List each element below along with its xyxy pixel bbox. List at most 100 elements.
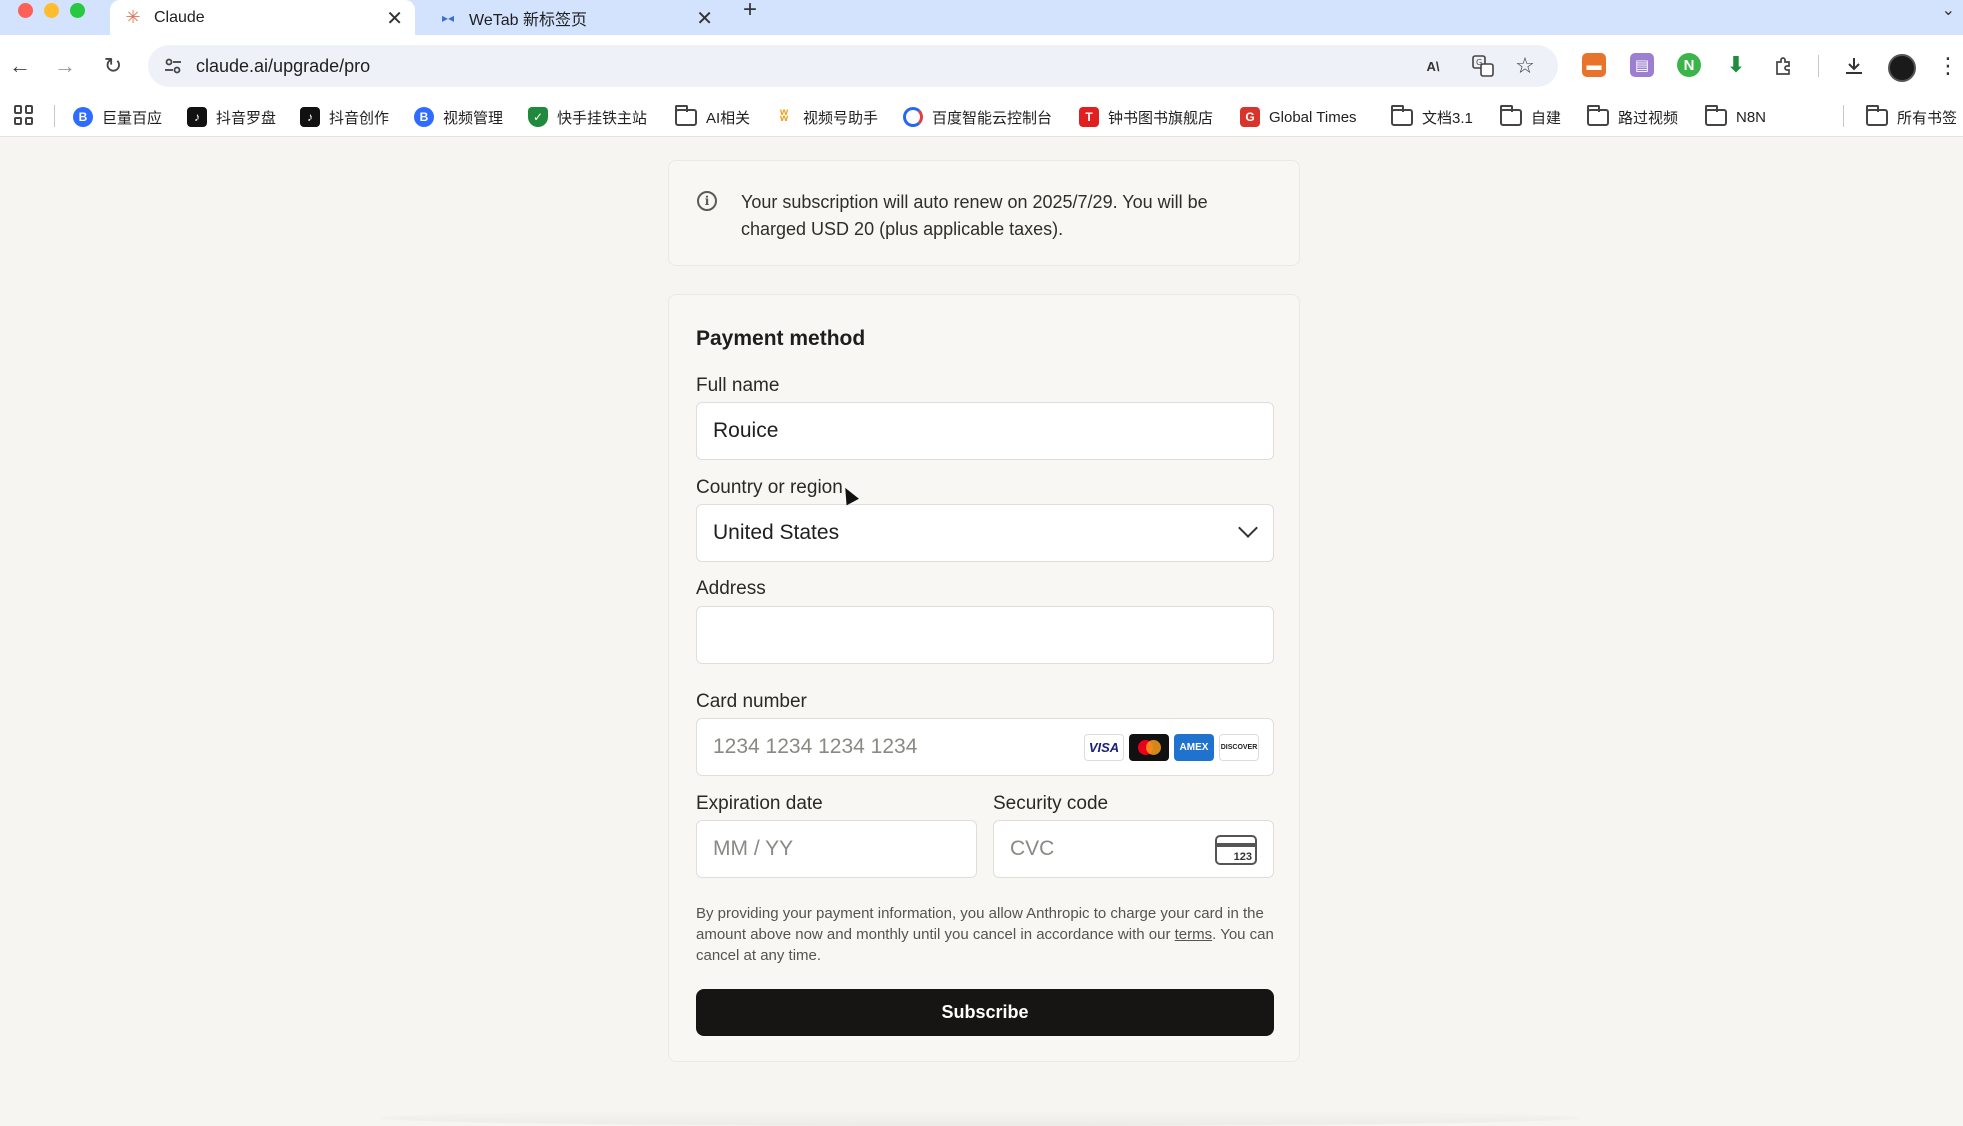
browser-toolbar: ← → ↻ claude.ai/upgrade/pro A\ G ☆ ▬ ▤ N… xyxy=(0,35,1963,97)
bookmark-folder[interactable]: N8N xyxy=(1705,103,1766,131)
bookmark-label: AI相关 xyxy=(706,109,751,127)
bookmark-item[interactable]: ✓ 快手挂铁主站 xyxy=(528,103,647,131)
browser-tabstrip: ✳ Claude ✕ ▸◂ WeTab 新标签页 ✕ + ⌄ xyxy=(0,0,1963,35)
bookmark-folder[interactable]: AI相关 xyxy=(675,103,750,131)
window-maximize-button[interactable] xyxy=(70,3,85,18)
country-label: Country or region xyxy=(696,477,843,498)
svg-text:G: G xyxy=(1476,58,1482,67)
folder-icon xyxy=(675,104,697,126)
folder-icon xyxy=(1391,104,1413,126)
bookmark-label: 巨量百应 xyxy=(102,109,163,127)
visa-icon: VISA xyxy=(1084,734,1124,761)
full-name-label: Full name xyxy=(696,375,780,396)
g-red-icon: G xyxy=(1240,107,1260,127)
card-number-input[interactable]: 1234 1234 1234 1234 VISA AMEX DISCOVER xyxy=(696,718,1274,776)
tab-search-chevron-icon[interactable]: ⌄ xyxy=(1942,0,1955,20)
bookmark-label: 钟书图书旗舰店 xyxy=(1108,109,1214,127)
security-code-input[interactable]: CVC 123 xyxy=(993,820,1274,878)
bookmark-item[interactable]: G Global Times xyxy=(1240,103,1357,131)
card-brand-logos: VISA AMEX DISCOVER xyxy=(1084,734,1259,761)
folder-icon xyxy=(1500,104,1522,126)
card-number-placeholder: 1234 1234 1234 1234 xyxy=(713,735,918,758)
profile-avatar[interactable] xyxy=(1888,54,1916,82)
expiration-placeholder: MM / YY xyxy=(713,837,794,860)
site-settings-icon[interactable] xyxy=(160,53,186,79)
mastercard-icon xyxy=(1129,734,1169,761)
renewal-notice-card: i Your subscription will auto renew on 2… xyxy=(668,160,1300,266)
bookmark-folder[interactable]: 所有书签 xyxy=(1866,103,1957,131)
address-label: Address xyxy=(696,578,766,599)
b-blue-icon: B xyxy=(414,107,434,127)
full-name-input[interactable]: Rouice xyxy=(696,402,1274,460)
discover-icon: DISCOVER xyxy=(1219,734,1259,761)
wetab-icon: ▸◂ xyxy=(441,10,455,25)
bookmark-item[interactable]: T 钟书图书旗舰店 xyxy=(1079,103,1213,131)
bookmark-label: 快手挂铁主站 xyxy=(557,109,648,127)
bookmark-item[interactable]: ♪ 抖音罗盘 xyxy=(187,103,276,131)
bookmark-folder[interactable]: 文档3.1 xyxy=(1391,103,1473,131)
chevron-down-icon xyxy=(1238,518,1258,538)
reload-icon[interactable]: ↻ xyxy=(99,52,127,80)
extensions-puzzle-icon[interactable] xyxy=(1771,53,1797,79)
url-text: claude.ai/upgrade/pro xyxy=(196,55,371,76)
full-name-value: Rouice xyxy=(713,419,779,442)
extension-download-green-icon[interactable]: ⬇ xyxy=(1724,52,1748,77)
bookmark-item[interactable]: B 视频管理 xyxy=(414,103,503,131)
toolbar-divider xyxy=(1818,55,1819,77)
window-close-button[interactable] xyxy=(18,3,33,18)
renewal-notice-text: Your subscription will auto renew on 202… xyxy=(741,192,1208,239)
address-bar[interactable]: claude.ai/upgrade/pro A\ G ☆ xyxy=(148,45,1558,87)
card-number-label: Card number xyxy=(696,691,807,712)
country-select[interactable]: United States xyxy=(696,504,1274,562)
claude-sparkle-icon: ✳ xyxy=(125,7,141,27)
close-icon[interactable]: ✕ xyxy=(696,6,713,31)
extension-n-green-icon[interactable]: N xyxy=(1677,53,1701,77)
expiration-input[interactable]: MM / YY xyxy=(696,820,977,878)
bookmark-label: 所有书签 xyxy=(1897,109,1958,127)
translate-icon[interactable]: G xyxy=(1470,53,1496,79)
bookmark-label: N8N xyxy=(1736,108,1767,126)
bookmark-item[interactable]: B 巨量百应 xyxy=(73,103,162,131)
tiktok-icon: ♪ xyxy=(187,107,207,127)
baidu-cloud-icon xyxy=(903,107,923,127)
extension-purple-icon[interactable]: ▤ xyxy=(1630,53,1654,77)
b-blue-icon: B xyxy=(73,107,93,127)
address-input[interactable] xyxy=(696,606,1274,664)
security-code-placeholder: CVC xyxy=(1010,837,1055,860)
tab-title: WeTab 新标签页 xyxy=(469,11,587,29)
tab-wetab[interactable]: ▸◂ WeTab 新标签页 ✕ xyxy=(425,0,725,35)
bookmarks-bar: B 巨量百应 ♪ 抖音罗盘 ♪ 抖音创作 B 视频管理 ✓ 快手挂铁主站 AI相… xyxy=(0,97,1963,137)
bookmark-label: 抖音创作 xyxy=(329,109,390,127)
terms-link[interactable]: terms xyxy=(1175,926,1213,943)
cvc-icon-text: 123 xyxy=(1233,851,1252,863)
more-menu-icon[interactable]: ⋮ xyxy=(1935,53,1961,79)
extension-orange-icon[interactable]: ▬ xyxy=(1582,53,1606,77)
bookmark-item[interactable]: ʬ 视频号助手 xyxy=(774,103,878,131)
bookmark-item[interactable]: ♪ 抖音创作 xyxy=(300,103,389,131)
bookmark-label: 自建 xyxy=(1531,109,1562,127)
bookmark-item[interactable]: 百度智能云控制台 xyxy=(903,103,1052,131)
payment-method-card: Payment method Full name Rouice Country … xyxy=(668,294,1300,1062)
amex-icon: AMEX xyxy=(1174,734,1214,761)
apps-grid-icon[interactable] xyxy=(14,105,34,125)
bookmark-star-icon[interactable]: ☆ xyxy=(1512,53,1538,79)
close-icon[interactable]: ✕ xyxy=(386,6,403,31)
new-tab-button[interactable]: + xyxy=(743,0,757,22)
bookmark-folder[interactable]: 自建 xyxy=(1500,103,1561,131)
back-arrow-icon[interactable]: ← xyxy=(6,52,34,80)
country-value: United States xyxy=(713,521,840,544)
bookmarks-divider xyxy=(1843,105,1844,127)
subscribe-button[interactable]: Subscribe xyxy=(696,989,1274,1036)
tab-claude[interactable]: ✳ Claude ✕ xyxy=(110,0,415,35)
downloads-icon[interactable] xyxy=(1841,53,1867,79)
bookmark-label: 抖音罗盘 xyxy=(216,109,277,127)
bookmarks-divider xyxy=(54,105,55,127)
forward-arrow-icon[interactable]: → xyxy=(51,52,79,80)
bookmark-folder[interactable]: 路过视频 xyxy=(1587,103,1678,131)
bottom-shadow xyxy=(380,1110,1580,1126)
bookmark-label: 百度智能云控制台 xyxy=(932,109,1053,127)
security-code-label: Security code xyxy=(993,793,1109,814)
window-minimize-button[interactable] xyxy=(44,3,59,18)
read-aloud-icon[interactable]: A\ xyxy=(1420,53,1446,79)
tiktok-icon: ♪ xyxy=(300,107,320,127)
